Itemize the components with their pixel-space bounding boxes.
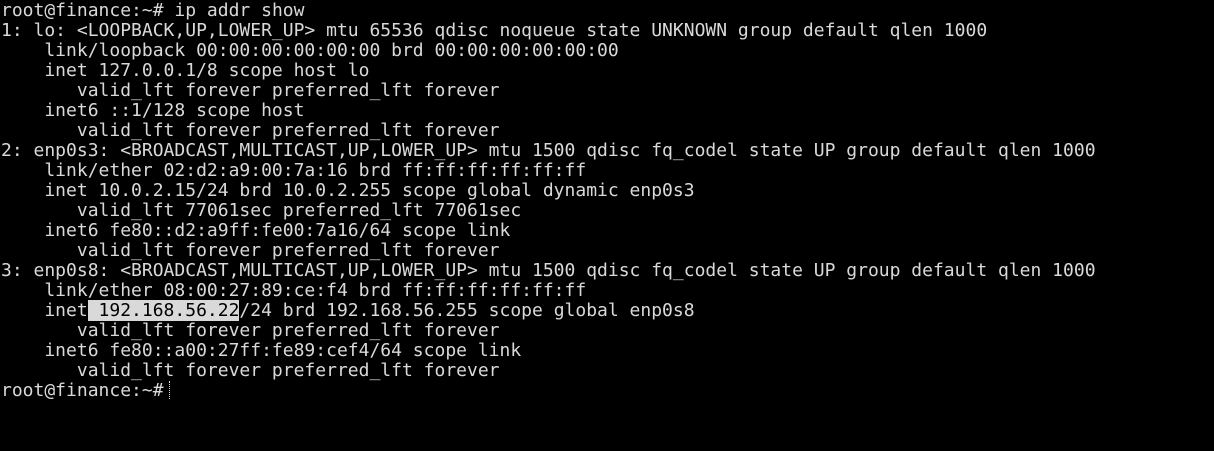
output-lines: 1: lo: <LOOPBACK,UP,LOWER_UP> mtu 65536 … xyxy=(1,21,1214,381)
command-text: ip addr show xyxy=(174,0,305,21)
prompt: root@finance:~# xyxy=(1,0,164,21)
highlighted-inet-line: inet 192.168.56.22/24 brd 192.168.56.255… xyxy=(1,300,1214,321)
output-line: valid_lft 77061sec preferred_lft 77061se… xyxy=(1,200,522,221)
output-line: inet 10.0.2.15/24 brd 10.0.2.255 scope g… xyxy=(1,180,695,201)
output-line: 3: enp0s8: <BROADCAST,MULTICAST,UP,LOWER… xyxy=(1,260,1096,281)
output-line: valid_lft forever preferred_lft forever xyxy=(1,240,500,261)
output-line: link/ether 08:00:27:89:ce:f4 brd ff:ff:f… xyxy=(1,280,587,301)
output-line: 1: lo: <LOOPBACK,UP,LOWER_UP> mtu 65536 … xyxy=(1,20,988,41)
output-line: inet 127.0.0.1/8 scope host lo xyxy=(1,60,370,81)
final-prompt: root@finance:~# xyxy=(1,380,164,401)
text-cursor xyxy=(168,381,171,399)
output-line: inet6 fe80::a00:27ff:fe89:cef4/64 scope … xyxy=(1,340,522,361)
terminal-window[interactable]: root@finance:~# ip addr show 1: lo: <LOO… xyxy=(0,0,1214,451)
selected-ip-address[interactable]: 192.168.56.22 xyxy=(87,300,240,321)
output-line: link/loopback 00:00:00:00:00:00 brd 00:0… xyxy=(1,40,619,61)
command-line: root@finance:~# ip addr show xyxy=(1,1,1214,21)
output-line: link/ether 02:d2:a9:00:7a:16 brd ff:ff:f… xyxy=(1,160,587,181)
output-line: valid_lft forever preferred_lft forever xyxy=(1,120,500,141)
output-line: 2: enp0s3: <BROADCAST,MULTICAST,UP,LOWER… xyxy=(1,140,1096,161)
inet-prefix: inet xyxy=(1,300,88,321)
output-line: valid_lft forever preferred_lft forever xyxy=(1,80,500,101)
output-line: valid_lft forever preferred_lft forever xyxy=(1,320,500,341)
input-line[interactable]: root@finance:~# xyxy=(1,381,1214,401)
output-line: inet6 ::1/128 scope host xyxy=(1,100,305,121)
output-line: valid_lft forever preferred_lft forever xyxy=(1,360,500,381)
inet-suffix: /24 brd 192.168.56.255 scope global enp0… xyxy=(239,300,695,321)
output-line: inet6 fe80::d2:a9ff:fe00:7a16/64 scope l… xyxy=(1,220,511,241)
